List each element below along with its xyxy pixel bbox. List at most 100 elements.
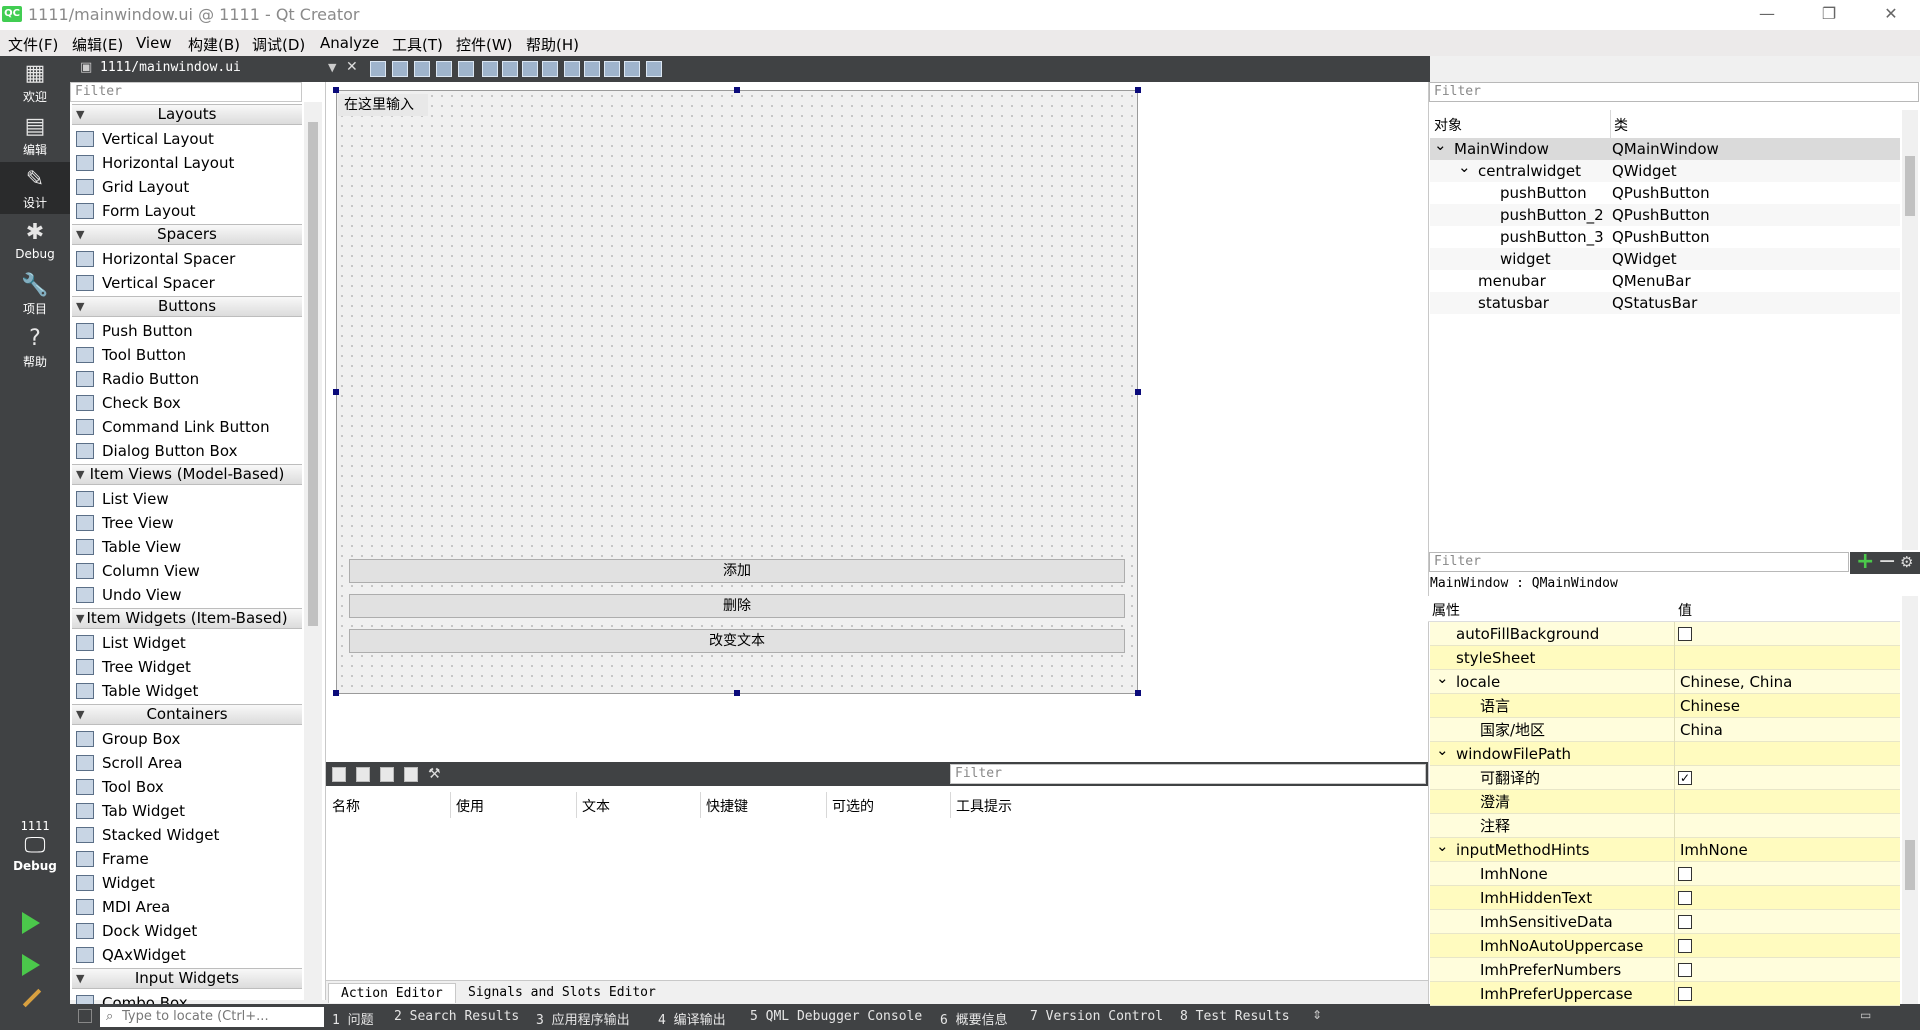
- configure-icon[interactable]: ⚙: [1900, 553, 1913, 571]
- widget-category[interactable]: ▼ Spacers: [72, 224, 302, 245]
- resize-handle[interactable]: [1135, 389, 1141, 395]
- delete-action-icon[interactable]: [404, 767, 418, 782]
- widget-item[interactable]: Horizontal Spacer: [76, 248, 235, 270]
- widget-item[interactable]: Vertical Spacer: [76, 272, 215, 294]
- widget-item[interactable]: Tree Widget: [76, 656, 191, 678]
- form-menu-placeholder[interactable]: 在这里输入: [338, 94, 428, 116]
- remove-property-icon[interactable]: −: [1878, 549, 1896, 574]
- debug-run-icon[interactable]: [22, 954, 40, 976]
- widget-item[interactable]: Column View: [76, 560, 200, 582]
- property-row[interactable]: 国家/地区 China: [1430, 718, 1900, 742]
- widget-box-scrollbar[interactable]: [304, 102, 322, 1000]
- property-row[interactable]: 澄清: [1430, 790, 1900, 814]
- widget-item[interactable]: List View: [76, 488, 169, 510]
- output-pane-button[interactable]: 3 应用程序输出: [536, 1009, 630, 1028]
- widget-category[interactable]: ▼ Input Widgets: [72, 968, 302, 989]
- mode-help[interactable]: ? 帮助: [0, 321, 70, 373]
- resize-handle[interactable]: [333, 87, 339, 93]
- action-filter-input[interactable]: Filter: [950, 764, 1426, 784]
- new-action-icon[interactable]: [332, 767, 346, 782]
- property-row[interactable]: ⌄ windowFilePath: [1430, 741, 1900, 766]
- widget-item[interactable]: Stacked Widget: [76, 824, 219, 846]
- widget-category[interactable]: ▼ Containers: [72, 704, 302, 725]
- object-tree-row[interactable]: pushButton_3 QPushButton: [1430, 226, 1900, 248]
- property-row[interactable]: 注释: [1430, 814, 1900, 838]
- edit-buddies-icon[interactable]: [458, 61, 474, 77]
- chevron-down-icon[interactable]: ⌄: [1436, 738, 1449, 762]
- object-tree-row[interactable]: pushButton_2 QPushButton: [1430, 204, 1900, 226]
- property-row[interactable]: ImhNone: [1430, 862, 1900, 886]
- property-checkbox[interactable]: [1678, 915, 1692, 929]
- widget-item[interactable]: QAxWidget: [76, 944, 186, 966]
- property-checkbox[interactable]: [1678, 963, 1692, 977]
- output-pane-toggle-icon[interactable]: ▭: [1860, 1008, 1871, 1022]
- output-pane-button[interactable]: 1 问题: [332, 1009, 374, 1028]
- widget-item[interactable]: Table View: [76, 536, 181, 558]
- property-row[interactable]: 可翻译的 ✓: [1430, 766, 1900, 790]
- property-row[interactable]: ImhPreferUppercase: [1430, 982, 1900, 1006]
- widget-item[interactable]: Push Button: [76, 320, 193, 342]
- property-checkbox[interactable]: [1678, 939, 1692, 953]
- tab-action-editor[interactable]: Action Editor: [328, 983, 456, 1003]
- property-row[interactable]: ImhHiddenText: [1430, 886, 1900, 910]
- property-row[interactable]: 语言 Chinese: [1430, 694, 1900, 718]
- mode-grid[interactable]: ▦ 欢迎: [0, 56, 70, 108]
- property-row[interactable]: ⌄ inputMethodHints ImhNone: [1430, 837, 1900, 862]
- resize-handle[interactable]: [1135, 690, 1141, 696]
- object-tree-row[interactable]: menubar QMenuBar: [1430, 270, 1900, 292]
- widget-item[interactable]: Group Box: [76, 728, 180, 750]
- object-tree-scrollbar[interactable]: [1902, 110, 1918, 550]
- output-pane-button[interactable]: 2 Search Results: [394, 1009, 519, 1024]
- widget-box-filter-input[interactable]: Filter: [70, 82, 302, 102]
- form-layout-icon[interactable]: [604, 61, 620, 77]
- widget-item[interactable]: Tree View: [76, 512, 174, 534]
- form-change-text-button[interactable]: 改变文本: [349, 629, 1125, 653]
- menu-item-4[interactable]: 调试(D): [252, 34, 305, 55]
- object-tree-row[interactable]: widget QWidget: [1430, 248, 1900, 270]
- property-row[interactable]: ImhPreferNumbers: [1430, 958, 1900, 982]
- chevron-down-icon[interactable]: ⌄: [1436, 666, 1449, 690]
- tab-signals-slots-editor[interactable]: Signals and Slots Editor: [456, 983, 668, 1003]
- widget-item[interactable]: Undo View: [76, 584, 182, 606]
- mode-bug[interactable]: ✱ Debug: [0, 215, 70, 267]
- copy-action-icon[interactable]: [356, 767, 370, 782]
- object-tree-row[interactable]: pushButton QPushButton: [1430, 182, 1900, 204]
- resize-handle[interactable]: [1135, 87, 1141, 93]
- widget-item[interactable]: Dialog Button Box: [76, 440, 237, 462]
- close-button[interactable]: ✕: [1868, 2, 1914, 26]
- close-file-icon[interactable]: ✕: [346, 59, 358, 75]
- object-tree-row[interactable]: ⌄ MainWindow QMainWindow: [1430, 136, 1900, 160]
- widget-item[interactable]: Grid Layout: [76, 176, 189, 198]
- resize-handle[interactable]: [333, 389, 339, 395]
- edit-signals-icon[interactable]: [436, 61, 452, 77]
- widget-item[interactable]: Table Widget: [76, 680, 198, 702]
- widget-item[interactable]: Radio Button: [76, 368, 199, 390]
- kit-selector[interactable]: 1111 🖵 Debug: [0, 815, 70, 879]
- raise-icon[interactable]: [370, 61, 386, 77]
- widget-item[interactable]: Tool Button: [76, 344, 186, 366]
- widget-item[interactable]: MDI Area: [76, 896, 170, 918]
- menu-item-3[interactable]: 构建(B): [188, 34, 240, 55]
- restore-button[interactable]: ❐: [1806, 2, 1852, 26]
- run-icon[interactable]: [22, 912, 40, 934]
- mode-document[interactable]: ▤ 编辑: [0, 109, 70, 161]
- object-tree-row[interactable]: statusbar QStatusBar: [1430, 292, 1900, 314]
- property-checkbox[interactable]: [1678, 987, 1692, 1001]
- resize-handle[interactable]: [734, 87, 740, 93]
- minimize-button[interactable]: —: [1744, 2, 1790, 26]
- property-row[interactable]: ⌄ locale Chinese, China: [1430, 669, 1900, 694]
- edit-tab-order-icon[interactable]: [482, 61, 498, 77]
- output-pane-button[interactable]: 8 Test Results: [1180, 1009, 1290, 1024]
- widget-item[interactable]: Dock Widget: [76, 920, 197, 942]
- property-row[interactable]: autoFillBackground: [1430, 622, 1900, 646]
- edit-widgets-icon[interactable]: [414, 61, 430, 77]
- object-filter-input[interactable]: Filter: [1429, 82, 1919, 102]
- resize-handle[interactable]: [734, 690, 740, 696]
- property-checkbox[interactable]: [1678, 867, 1692, 881]
- adjust-size-icon[interactable]: [646, 61, 662, 77]
- menu-item-0[interactable]: 文件(F): [8, 34, 58, 55]
- widget-item[interactable]: Command Link Button: [76, 416, 270, 438]
- object-tree-row[interactable]: ⌄ centralwidget QWidget: [1430, 158, 1900, 182]
- form-add-button[interactable]: 添加: [349, 559, 1125, 583]
- menu-item-2[interactable]: View: [136, 34, 172, 52]
